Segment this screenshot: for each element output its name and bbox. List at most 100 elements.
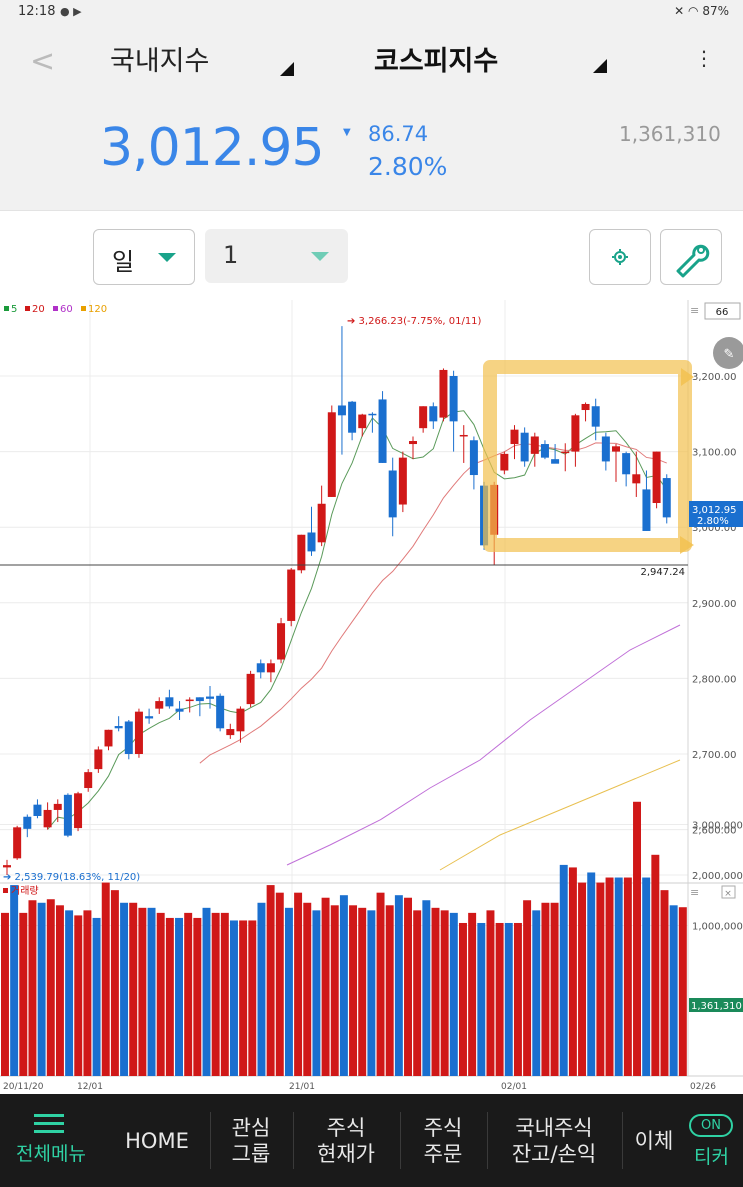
candle-body: [398, 457, 407, 505]
volume-bar: [239, 920, 248, 1076]
volume-bar: [202, 907, 211, 1076]
candle-body: [206, 696, 214, 699]
pencil-icon: ✎: [724, 347, 735, 362]
volume-bar: [477, 922, 486, 1076]
candle-body: [632, 474, 641, 484]
chevron-down-icon: [158, 253, 176, 262]
chevron-down-icon: [311, 252, 329, 261]
candle-body: [459, 434, 468, 437]
candle-body: [530, 436, 539, 454]
interval-select-value: 1: [223, 241, 239, 269]
ticker-toggle[interactable]: ON: [689, 1114, 733, 1137]
candle-body: [63, 794, 72, 836]
candle-body: [662, 478, 671, 518]
candle-body: [94, 749, 103, 770]
volume-bar: [19, 912, 28, 1076]
candle-body: [266, 663, 275, 673]
nav-stock-price[interactable]: 주식 현재가: [294, 1094, 398, 1187]
candle-body: [13, 827, 22, 859]
nav-transfer[interactable]: 이체: [623, 1094, 685, 1187]
volume-bar: [257, 902, 266, 1076]
chart-settings-button[interactable]: [589, 229, 651, 285]
price-tick-label: 2,900.00: [692, 599, 737, 610]
wifi-icon: ◠: [688, 4, 699, 18]
candle-body: [622, 453, 631, 475]
volume-bar: [220, 912, 229, 1076]
candle-body: [348, 401, 357, 433]
legend-swatch: [25, 306, 30, 311]
nav-watchlist[interactable]: 관심 그룹: [211, 1094, 291, 1187]
index-dropdown-icon[interactable]: [593, 59, 607, 73]
candle-body: [155, 701, 164, 709]
volume-bar: [65, 910, 74, 1076]
volume-bar: [321, 897, 330, 1076]
nav-balance[interactable]: 국내주식 잔고/손익: [488, 1094, 620, 1187]
nav-home-label: HOME: [125, 1128, 189, 1153]
volume-bar: [10, 885, 19, 1076]
list-icon: ≡: [690, 304, 699, 317]
nav-stock-order[interactable]: 주식 주문: [401, 1094, 485, 1187]
legend-label: 20: [32, 304, 45, 315]
ma120-line: [439, 759, 681, 871]
menu-icon: [34, 1114, 64, 1133]
market-selector[interactable]: 국내지수: [110, 39, 209, 78]
volume-bar: [193, 917, 202, 1076]
volume-bar: [596, 882, 605, 1076]
volume-legend: 거래량: [11, 885, 39, 897]
more-menu-icon[interactable]: ⋮: [694, 46, 714, 70]
current-pct-tag-text: 2.80%: [697, 516, 729, 527]
candle-body: [540, 444, 549, 458]
chart-tools-button[interactable]: [660, 229, 722, 285]
market-dropdown-icon[interactable]: [280, 62, 294, 76]
price-tick-label: 2,800.00: [692, 674, 737, 685]
nav-stock-price-label: 주식 현재가: [317, 1115, 375, 1166]
down-arrow-icon: ▼: [343, 127, 351, 138]
candle-body: [409, 441, 417, 445]
interval-select[interactable]: 1: [205, 229, 348, 283]
index-selector[interactable]: 코스피지수: [374, 39, 498, 78]
nav-home[interactable]: HOME: [104, 1094, 210, 1187]
candlestick-chart[interactable]: 2,947.24 5 20 60 120 ➔ 3,266.23(-7.75%, 01/11…: [0, 300, 743, 1094]
xaxis-tick-label: 02/26: [690, 1082, 716, 1092]
period-select-value: 일: [112, 248, 135, 276]
volume-bar: [523, 900, 532, 1076]
candle-body: [388, 470, 397, 518]
volume-bar: [83, 910, 92, 1076]
status-right: ✕ ◠ 87%: [674, 4, 729, 18]
candle-body: [419, 406, 428, 429]
nav-all-menu[interactable]: 전체메뉴: [0, 1094, 100, 1187]
volume-bar: [303, 902, 312, 1076]
volume-legend-swatch: [3, 888, 8, 893]
candle-body: [581, 403, 590, 411]
nav-all-menu-label: 전체메뉴: [16, 1143, 86, 1165]
current-price-tag-text: 3,012.95: [692, 505, 737, 516]
candle-body: [439, 369, 448, 418]
candle-body: [84, 772, 93, 789]
volume-bar: [138, 907, 147, 1076]
volume-bar: [37, 902, 46, 1076]
volume-bar: [394, 895, 403, 1076]
volume-bar: [413, 910, 422, 1076]
candle-body: [510, 429, 519, 445]
volume-bar: [642, 877, 651, 1076]
volume-bar: [404, 897, 412, 1076]
volume-bar: [92, 917, 101, 1076]
legend-swatch: [81, 306, 86, 311]
volume-bar: [184, 912, 193, 1076]
price-tick-label: 2,700.00: [692, 750, 737, 761]
volume-bar: [440, 910, 449, 1076]
battery-level: 87%: [702, 4, 729, 18]
price-change: 86.74: [368, 122, 429, 146]
volume-bar: [284, 907, 293, 1076]
current-volume-tag-text: 1,361,310: [691, 1001, 742, 1012]
period-select[interactable]: 일: [93, 229, 195, 285]
volume-bar: [358, 907, 367, 1076]
volume-bar: [74, 915, 83, 1076]
nav-watchlist-label: 관심 그룹: [231, 1115, 271, 1166]
volume-bar: [230, 920, 238, 1076]
back-icon[interactable]: <: [30, 44, 55, 79]
volume-bar: [120, 902, 129, 1076]
volume-bar: [385, 905, 394, 1076]
volume-bar: [578, 882, 587, 1076]
volume-bar: [486, 910, 495, 1076]
